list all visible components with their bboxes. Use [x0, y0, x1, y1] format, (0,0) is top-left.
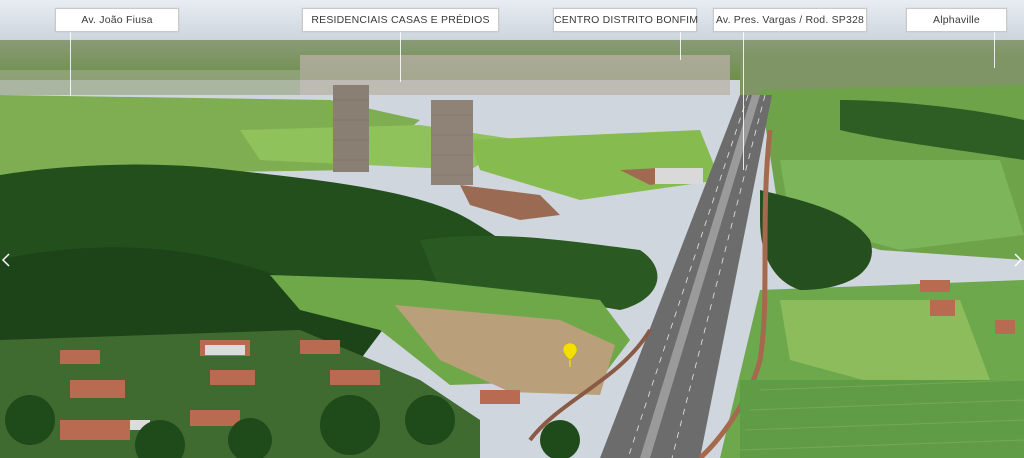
aerial-photo — [0, 0, 1024, 458]
callout-centro-bonfim: CENTRO DISTRITO BONFIM — [553, 8, 698, 32]
map-pin-icon — [563, 343, 577, 367]
callout-residenciais: RESIDENCIAIS CASAS E PRÉDIOS — [302, 8, 499, 32]
aerial-view: Av. João Fiusa RESIDENCIAIS CASAS E PRÉD… — [0, 0, 1024, 458]
callout-leader-bonfim — [680, 30, 681, 60]
callout-alphaville: Alphaville — [906, 8, 1007, 32]
callout-leader-vargas — [743, 30, 744, 170]
callout-leader-alphaville — [994, 30, 995, 68]
chevron-right-icon[interactable] — [1013, 252, 1023, 268]
callout-leader-residenciais — [400, 30, 401, 82]
chevron-left-icon[interactable] — [1, 252, 11, 268]
callout-pres-vargas: Av. Pres. Vargas / Rod. SP328 — [713, 8, 867, 32]
callout-leader-joao-fiusa — [70, 30, 71, 96]
callout-joao-fiusa: Av. João Fiusa — [55, 8, 179, 32]
